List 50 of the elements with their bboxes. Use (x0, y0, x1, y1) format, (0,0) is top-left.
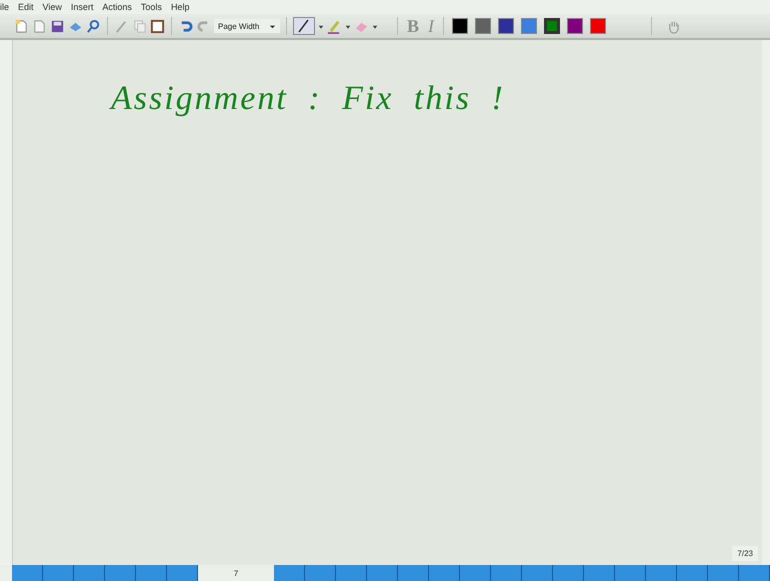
menu-item[interactable]: Edit (18, 2, 34, 12)
page-thumbnail-tab[interactable] (336, 565, 367, 581)
cut-icon[interactable] (114, 18, 129, 34)
page-thumbnail-tab[interactable] (429, 565, 460, 581)
page-thumbnail-tab[interactable] (460, 565, 491, 581)
zoom-dropdown[interactable]: Page Width (214, 19, 280, 33)
scrollbar[interactable] (762, 40, 770, 565)
highlighter-icon[interactable] (327, 18, 342, 34)
page-thumbnail-tab[interactable] (136, 565, 167, 581)
page-thumbnail-tab[interactable] (398, 565, 429, 581)
page-thumbnail-tab[interactable] (708, 565, 739, 581)
color-swatch[interactable] (567, 18, 584, 34)
page-thumbnail-tab[interactable] (12, 565, 43, 581)
handwritten-text: Assignment : Fix this ! (111, 80, 506, 118)
color-swatch[interactable] (475, 18, 492, 34)
page-thumbnail-tab[interactable] (305, 565, 336, 581)
current-page-number[interactable]: 7 (198, 565, 274, 581)
color-swatch[interactable] (544, 18, 560, 34)
page-thumbnail-tab[interactable] (367, 565, 398, 581)
page-thumbnail-tab[interactable] (167, 565, 198, 581)
page-thumbnail-tab[interactable] (677, 565, 708, 581)
menu-item[interactable]: View (42, 2, 62, 12)
page-thumbnail-tab[interactable] (522, 565, 553, 581)
page-thumbnail-tab[interactable] (584, 565, 615, 581)
document-icon[interactable] (32, 18, 47, 34)
menu-item[interactable]: Help (170, 2, 190, 12)
search-icon[interactable] (86, 18, 101, 34)
page-thumbnail-tab[interactable] (43, 565, 74, 581)
color-swatch[interactable] (452, 18, 468, 34)
save-icon[interactable] (50, 18, 65, 34)
color-swatch[interactable] (498, 18, 514, 34)
page-thumbnail-tab[interactable] (615, 565, 646, 581)
menu-item[interactable]: Actions (102, 2, 132, 12)
page-indicator: 7/23 (732, 546, 758, 561)
menu-item[interactable]: Tools (140, 2, 162, 12)
page-thumbnail-tab[interactable] (74, 565, 105, 581)
page-thumbnail-tab[interactable] (274, 565, 305, 581)
caret-icon (269, 22, 276, 30)
page-thumbnail-tab[interactable] (553, 565, 584, 581)
page-thumbnail-tab[interactable] (646, 565, 677, 581)
page-thumbnail-tab[interactable] (105, 565, 136, 581)
new-page-icon[interactable] (14, 18, 29, 34)
menu-item[interactable]: ile (0, 2, 10, 12)
color-swatch[interactable] (590, 18, 606, 34)
color-swatch[interactable] (521, 18, 538, 34)
menu-item[interactable]: Insert (70, 2, 94, 12)
paste-icon[interactable] (150, 18, 165, 34)
page-thumbnail-tab[interactable] (491, 565, 522, 581)
pen-icon[interactable] (293, 17, 315, 35)
page-thumbnail-tab[interactable] (739, 565, 770, 581)
